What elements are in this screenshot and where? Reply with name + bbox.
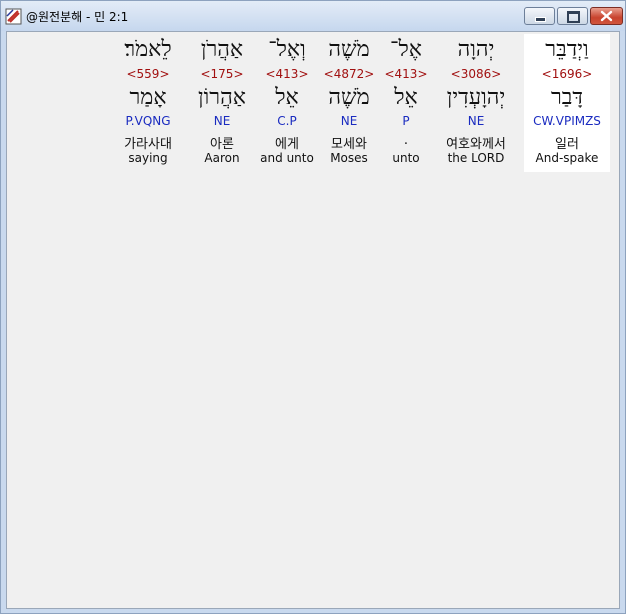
word-column-2[interactable]: אֶל־ <413> אֵל P . unto (380, 34, 432, 172)
english-gloss: and unto (260, 151, 314, 165)
morphology-code: P.VQNG (125, 114, 171, 128)
strong-number[interactable]: <3086> (434, 67, 518, 81)
strong-number[interactable]: <413> (258, 67, 316, 81)
strong-number[interactable]: <413> (380, 67, 432, 81)
morphology-code: NE (340, 114, 358, 128)
app-icon (5, 8, 22, 25)
interlinear-view: וַיְדַבֵּר <1696> דָּבַר CW.VPIMZS 일러 An… (6, 31, 620, 609)
word-column-4[interactable]: וְאֶל־ <413> אֵל C.P 에게 and unto (258, 34, 316, 172)
strong-number[interactable]: <559> (109, 67, 187, 81)
hebrew-root: אֵל (394, 85, 418, 110)
korean-gloss: 일러 (555, 137, 579, 152)
title-bar[interactable]: @원전분해 - 민 2:1 (1, 1, 625, 31)
english-gloss: And-spake (535, 151, 599, 165)
hebrew-root: אָמַר (129, 85, 167, 110)
hebrew-word: לֵאמֹר׃ (124, 37, 172, 62)
hebrew-word: וַיְדַבֵּר (545, 37, 589, 62)
hebrew-word: וְאֶל־ (268, 37, 306, 62)
word-column-1[interactable]: יְהוָה <3086> יְהוָעְדִין NE 여호와께서 the L… (434, 34, 518, 172)
morphology-code: C.P (277, 114, 297, 128)
strong-number[interactable]: <4872> (320, 67, 378, 81)
close-button[interactable] (590, 7, 623, 25)
hebrew-word: יְהוָה (457, 37, 495, 62)
word-column-3[interactable]: מֹשֶׁה <4872> מֹשֶׁה NE 모세와 Moses (320, 34, 378, 172)
hebrew-word: מֹשֶׁה (328, 37, 370, 62)
english-gloss: saying (128, 151, 168, 165)
word-column-5[interactable]: אַהֲרֹן <175> אַהֲרוֹן NE 아론 Aaron (190, 34, 254, 172)
maximize-button[interactable] (557, 7, 588, 25)
morphology-code: CW.VPIMZS (533, 114, 601, 128)
close-icon (600, 10, 613, 22)
korean-gloss: 아론 (210, 137, 234, 152)
hebrew-root: אֵל (275, 85, 299, 110)
strong-number[interactable]: <175> (190, 67, 254, 81)
korean-gloss: 에게 (275, 137, 299, 152)
hebrew-root: מֹשֶׁה (328, 85, 370, 110)
minimize-icon (535, 17, 546, 22)
strong-number[interactable]: <1696> (524, 67, 610, 81)
word-column-0[interactable]: וַיְדַבֵּר <1696> דָּבַר CW.VPIMZS 일러 An… (524, 34, 610, 172)
hebrew-root: דָּבַר (551, 85, 583, 110)
korean-gloss: 가라사대 (124, 137, 172, 152)
hebrew-word: אֶל־ (390, 37, 422, 62)
morphology-code: NE (467, 114, 485, 128)
hebrew-word: אַהֲרֹן (200, 37, 244, 62)
app-window: @원전분해 - 민 2:1 וַיְדַבֵּר <1696> דָּבַר C… (0, 0, 626, 614)
hebrew-root: יְהוָעְדִין (446, 85, 506, 110)
korean-gloss: . (403, 133, 409, 148)
maximize-icon (567, 11, 580, 23)
english-gloss: unto (392, 151, 420, 165)
korean-gloss: 여호와께서 (446, 137, 506, 152)
english-gloss: Aaron (204, 151, 240, 165)
korean-gloss: 모세와 (331, 137, 367, 152)
morphology-code: P (402, 114, 410, 128)
english-gloss: Moses (330, 151, 368, 165)
hebrew-root: אַהֲרוֹן (198, 85, 246, 110)
window-title: @원전분해 - 민 2:1 (26, 10, 129, 24)
word-column-6[interactable]: לֵאמֹר׃ <559> אָמַר P.VQNG 가라사대 saying (109, 34, 187, 172)
minimize-button[interactable] (524, 7, 555, 25)
morphology-code: NE (213, 114, 231, 128)
english-gloss: the LORD (447, 151, 505, 165)
